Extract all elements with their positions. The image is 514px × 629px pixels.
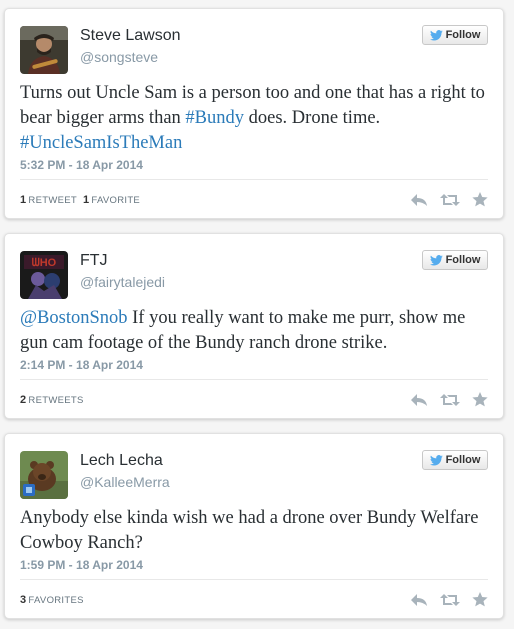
follow-button[interactable]: Follow	[422, 450, 488, 470]
reply-icon[interactable]	[410, 593, 428, 607]
reply-icon[interactable]	[410, 393, 428, 407]
timestamp[interactable]: 1:59 PM - 18 Apr 2014	[20, 558, 143, 572]
avatar[interactable]: ᗯHO	[20, 251, 68, 299]
tweet-stats: 1 RETWEET 1 FAVORITE	[20, 194, 140, 206]
twitter-bird-icon	[429, 454, 443, 466]
author-name[interactable]: Lech Lecha	[80, 452, 163, 470]
follow-label: Follow	[445, 29, 481, 41]
tweet-stats: 2 RETWEETS	[20, 394, 84, 406]
reply-icon[interactable]	[410, 193, 428, 207]
divider	[20, 579, 488, 580]
divider	[20, 179, 488, 180]
retweet-count[interactable]: 1 RETWEET	[20, 194, 77, 206]
avatar[interactable]	[20, 451, 68, 499]
follow-button[interactable]: Follow	[422, 25, 488, 45]
tweet-text: Anybody else kinda wish we had a drone o…	[20, 506, 488, 556]
author-name[interactable]: Steve Lawson	[80, 27, 181, 45]
timestamp[interactable]: 2:14 PM - 18 Apr 2014	[20, 358, 143, 372]
timestamp[interactable]: 5:32 PM - 18 Apr 2014	[20, 158, 143, 172]
follow-label: Follow	[445, 254, 481, 266]
favorite-icon[interactable]	[472, 392, 488, 407]
tweet-card: Lech Lecha @KalleeMerra Follow Anybody e…	[4, 433, 504, 619]
hashtag-link[interactable]: #Bundy	[185, 108, 244, 128]
follow-button[interactable]: Follow	[422, 250, 488, 270]
tweet-card: Steve Lawson @songsteve Follow Turns out…	[4, 8, 504, 219]
favorite-icon[interactable]	[472, 192, 488, 207]
tweet-actions	[410, 392, 488, 407]
author-handle[interactable]: @songsteve	[80, 49, 158, 65]
tweet-card: ᗯHO FTJ @fairytalejedi Follow @BostonSno…	[4, 233, 504, 419]
tweet-stats: 3 FAVORITES	[20, 594, 84, 606]
author-name[interactable]: FTJ	[80, 252, 108, 270]
tweet-text: @BostonSnob If you really want to make m…	[20, 306, 488, 356]
author-handle[interactable]: @fairytalejedi	[80, 274, 165, 290]
tweet-text-segment: Anybody else kinda wish we had a drone o…	[20, 508, 479, 553]
retweet-icon[interactable]	[440, 593, 460, 607]
follow-label: Follow	[445, 454, 481, 466]
author-handle[interactable]: @KalleeMerra	[80, 474, 170, 490]
hashtag-link[interactable]: #UncleSamIsTheMan	[20, 133, 182, 153]
avatar-image: ᗯHO	[20, 251, 68, 299]
favorite-count[interactable]: 3 FAVORITES	[20, 594, 84, 606]
mention-link[interactable]: @BostonSnob	[20, 308, 128, 328]
avatar-image	[20, 26, 68, 74]
twitter-bird-icon	[429, 254, 443, 266]
retweet-icon[interactable]	[440, 393, 460, 407]
divider	[20, 379, 488, 380]
twitter-bird-icon	[429, 29, 443, 41]
tweet-actions	[410, 192, 488, 207]
svg-text:ᗯHO: ᗯHO	[32, 257, 57, 269]
favorite-icon[interactable]	[472, 592, 488, 607]
tweet-text: Turns out Uncle Sam is a person too and …	[20, 81, 488, 156]
tweet-actions	[410, 592, 488, 607]
retweet-count[interactable]: 2 RETWEETS	[20, 394, 84, 406]
favorite-count[interactable]: 1 FAVORITE	[83, 194, 140, 206]
avatar-image	[20, 451, 68, 499]
retweet-icon[interactable]	[440, 193, 460, 207]
avatar[interactable]	[20, 26, 68, 74]
tweet-text-segment: does. Drone time.	[244, 108, 381, 128]
